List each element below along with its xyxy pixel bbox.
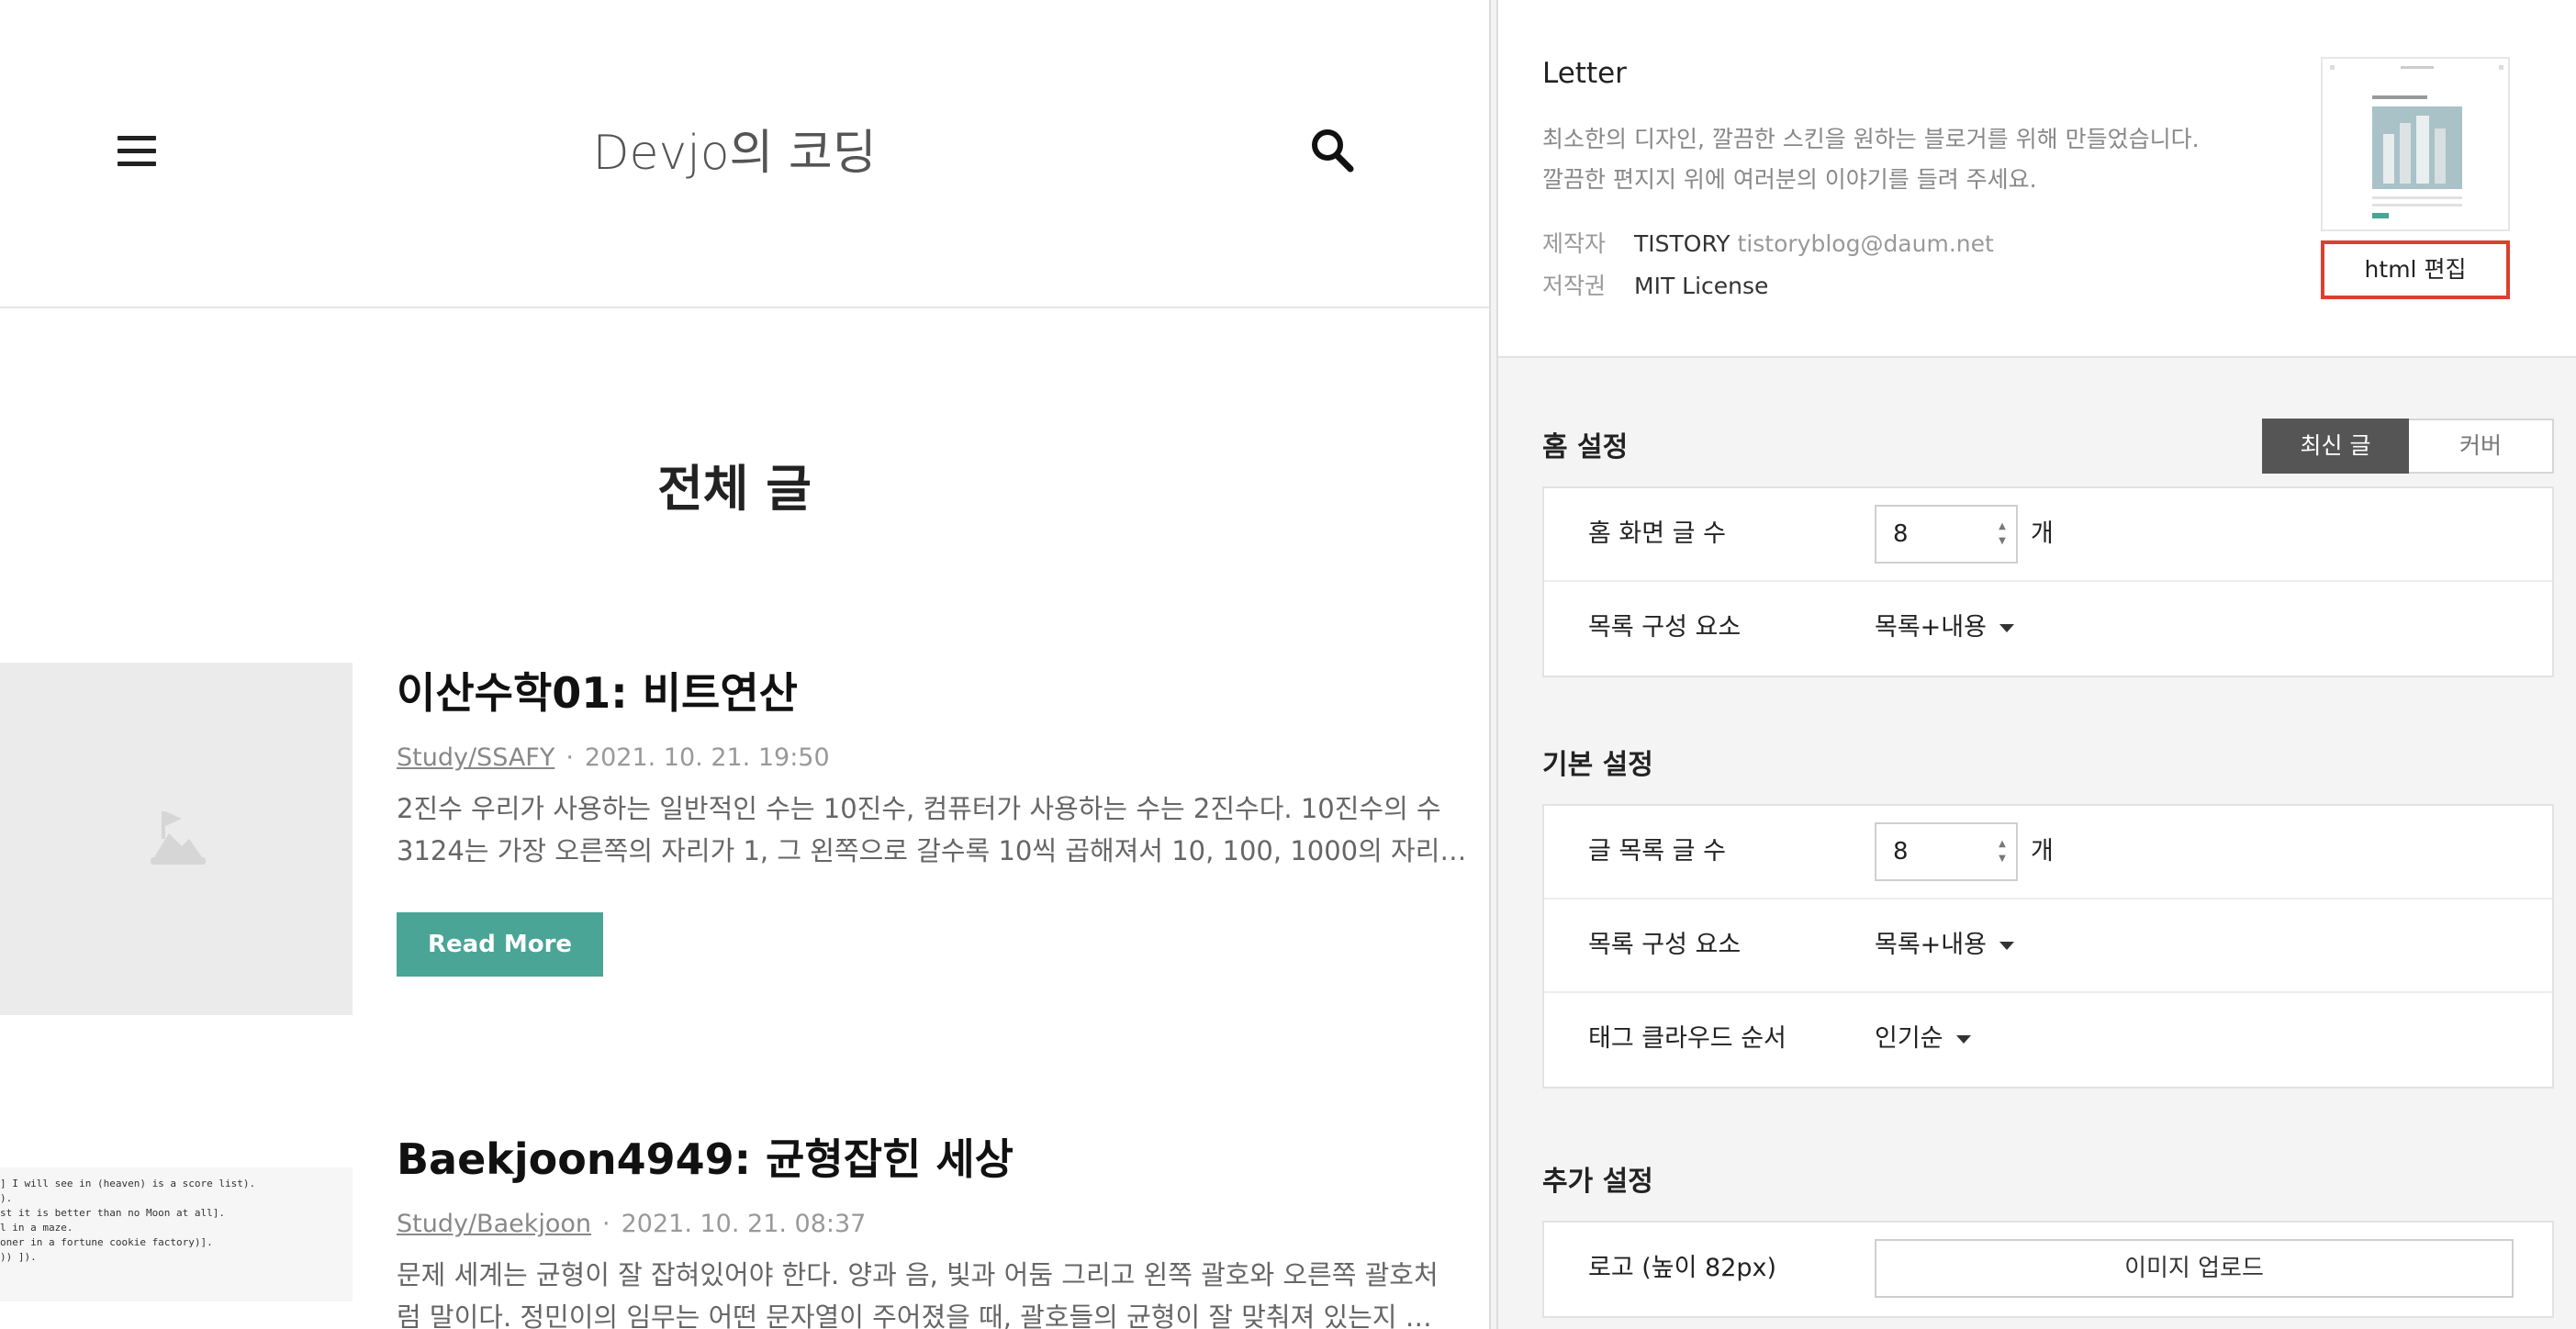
meta-separator: · <box>566 743 574 772</box>
settings-row: 목록 구성 요소 목록+내용 <box>1544 899 2552 993</box>
post-meta: Study/SSAFY · 2021. 10. 21. 19:50 <box>397 742 1471 775</box>
list-post-count-input[interactable]: 8 ▲ ▼ <box>1875 822 2018 881</box>
post-thumbnail[interactable]: ] I will see in (heaven) is a score list… <box>0 1167 353 1301</box>
post-date: 2021. 10. 21. 08:37 <box>621 1210 867 1238</box>
code-line: ] I will see in (heaven) is a score list… <box>0 1178 256 1189</box>
code-line: )) ]). <box>0 1251 37 1263</box>
unit-label: 개 <box>2031 519 2054 548</box>
skin-desc-line: 최소한의 디자인, 깔끔한 스킨을 원하는 블로거를 위해 만들었습니다. <box>1542 126 2200 152</box>
html-edit-button[interactable]: html 편집 <box>2321 240 2510 299</box>
blog-preview: Devjo의 코딩 전체 글 이산수학01: 비트연산 Study/SSAFY ·… <box>0 0 1489 1329</box>
image-placeholder-icon <box>151 811 206 865</box>
extra-settings-title: 추가 설정 <box>1542 1166 1653 1198</box>
settings-row: 목록 구성 요소 목록+내용 <box>1544 582 2552 676</box>
home-post-count-label: 홈 화면 글 수 <box>1588 519 1726 548</box>
post-thumbnail[interactable] <box>0 663 353 1015</box>
skin-info: Letter 최소한의 디자인, 깔끔한 스킨을 원하는 블로거를 위해 만들었… <box>1498 0 2576 358</box>
code-line: oner in a fortune cookie factory)]. <box>0 1236 213 1248</box>
blog-title[interactable]: Devjo의 코딩 <box>0 114 1469 183</box>
tab-cover[interactable]: 커버 <box>2409 419 2554 474</box>
settings-row: 글 목록 글 수 8 ▲ ▼ 개 <box>1544 806 2552 899</box>
list-post-count-value: 8 <box>1893 838 1909 866</box>
header-divider <box>0 307 1489 308</box>
post-meta: Study/Baekjoon · 2021. 10. 21. 08:37 <box>397 1208 1471 1241</box>
author-email: tistoryblog@daum.net <box>1737 230 1994 257</box>
caret-down-icon <box>1999 942 2014 950</box>
caret-down-icon <box>1955 1035 1971 1044</box>
home-list-elements-select[interactable]: 목록+내용 <box>1875 582 2014 674</box>
post-title[interactable]: 이산수학01: 비트연산 <box>397 663 1471 723</box>
search-icon[interactable] <box>1309 127 1355 174</box>
excerpt-line: 3124는 가장 오른쪽의 자리가 1, 그 왼쪽으로 갈수록 10씩 곱해져서… <box>397 835 1471 866</box>
skin-settings-panel: Letter 최소한의 디자인, 깔끔한 스킨을 원하는 블로거를 위해 만들었… <box>1498 0 2576 1329</box>
spinner-icon[interactable]: ▲ ▼ <box>1996 837 2009 866</box>
home-post-count-input[interactable]: 8 ▲ ▼ <box>1875 505 2018 564</box>
home-post-count-value: 8 <box>1893 520 1909 548</box>
tab-latest-posts[interactable]: 최신 글 <box>2262 419 2409 474</box>
caret-down-icon <box>1999 624 2014 632</box>
settings-row: 태그 클라우드 순서 인기순 <box>1544 993 2552 1087</box>
author-label: 제작자 <box>1542 230 1607 257</box>
skin-license-row: 저작권 MIT License <box>1542 270 1768 303</box>
post-excerpt: 2진수 우리가 사용하는 일반적인 수는 10진수, 컴퓨터가 사용하는 수는 … <box>397 787 1471 872</box>
list-post-count-label: 글 목록 글 수 <box>1588 837 1726 866</box>
logo-label: 로고 (높이 82px) <box>1588 1254 1777 1282</box>
excerpt-line: 럼 말이다. 정민이의 임무는 어떤 문자열이 주어졌을 때, 괄호들의 균형이… <box>397 1301 1432 1329</box>
code-line: ). <box>0 1192 13 1204</box>
settings-row: 로고 (높이 82px) 이미지 업로드 <box>1544 1223 2552 1316</box>
home-settings-card: 홈 화면 글 수 8 ▲ ▼ 개 목록 구성 요소 목록+내용 <box>1542 486 2554 677</box>
author-name: TISTORY <box>1634 230 1730 257</box>
panel-resize-handle[interactable] <box>1489 0 1498 1329</box>
basic-settings-card: 글 목록 글 수 8 ▲ ▼ 개 목록 구성 요소 목록+내용 태그 클라우드 순… <box>1542 804 2554 1089</box>
settings-row: 홈 화면 글 수 8 ▲ ▼ 개 <box>1544 488 2552 582</box>
post-excerpt: 문제 세계는 균형이 잘 잡혀있어야 한다. 양과 음, 빛과 어둠 그리고 왼… <box>397 1254 1471 1329</box>
home-mode-toggle: 최신 글 커버 <box>2262 419 2554 474</box>
post-category-link[interactable]: Study/Baekjoon <box>397 1210 591 1238</box>
page-title: 전체 글 <box>657 460 812 518</box>
read-more-button[interactable]: Read More <box>397 912 604 977</box>
unit-label: 개 <box>2031 837 2054 866</box>
image-upload-button[interactable]: 이미지 업로드 <box>1875 1239 2514 1298</box>
skin-description: 최소한의 디자인, 깔끔한 스킨을 원하는 블로거를 위해 만들었습니다. 깔끔… <box>1542 119 2240 200</box>
excerpt-line: 2진수 우리가 사용하는 일반적인 수는 10진수, 컴퓨터가 사용하는 수는 … <box>397 793 1441 824</box>
post-category-link[interactable]: Study/SSAFY <box>397 743 554 772</box>
skin-desc-line: 깔끔한 편지지 위에 여러분의 이야기를 들려 주세요. <box>1542 166 2037 193</box>
post-title[interactable]: Baekjoon4949: 균형잡힌 세상 <box>397 1129 1471 1189</box>
excerpt-line: 문제 세계는 균형이 잘 잡혀있어야 한다. 양과 음, 빛과 어둠 그리고 왼… <box>397 1259 1439 1290</box>
meta-separator: · <box>602 1210 610 1238</box>
skin-author-row: 제작자 TISTORY tistoryblog@daum.net <box>1542 228 1994 261</box>
skin-thumbnail <box>2321 57 2510 231</box>
dropdown-value: 인기순 <box>1875 1024 1943 1053</box>
list-elements-label: 목록 구성 요소 <box>1588 931 1742 959</box>
basic-settings-title: 기본 설정 <box>1542 749 1653 781</box>
tag-cloud-order-label: 태그 클라우드 순서 <box>1588 1024 1786 1053</box>
spinner-icon[interactable]: ▲ ▼ <box>1996 519 2009 549</box>
code-line: l in a maze. <box>0 1222 73 1234</box>
tag-cloud-order-select[interactable]: 인기순 <box>1875 993 1971 1085</box>
code-line: st it is better than no Moon at all]. <box>0 1207 226 1219</box>
list-elements-select[interactable]: 목록+내용 <box>1875 899 2014 991</box>
dropdown-value: 목록+내용 <box>1875 931 1987 959</box>
extra-settings-card: 로고 (높이 82px) 이미지 업로드 <box>1542 1221 2554 1318</box>
home-settings-title: 홈 설정 <box>1542 431 1629 463</box>
post-item: ] I will see in (heaven) is a score list… <box>0 1129 1489 1329</box>
skin-name: Letter <box>1542 57 1627 90</box>
post-item: 이산수학01: 비트연산 Study/SSAFY · 2021. 10. 21. 1… <box>0 663 1489 1015</box>
license-label: 저작권 <box>1542 273 1607 299</box>
dropdown-value: 목록+내용 <box>1875 613 1987 642</box>
home-list-elements-label: 목록 구성 요소 <box>1588 613 1742 642</box>
license-value: MIT License <box>1634 273 1769 299</box>
post-date: 2021. 10. 21. 19:50 <box>584 743 830 772</box>
